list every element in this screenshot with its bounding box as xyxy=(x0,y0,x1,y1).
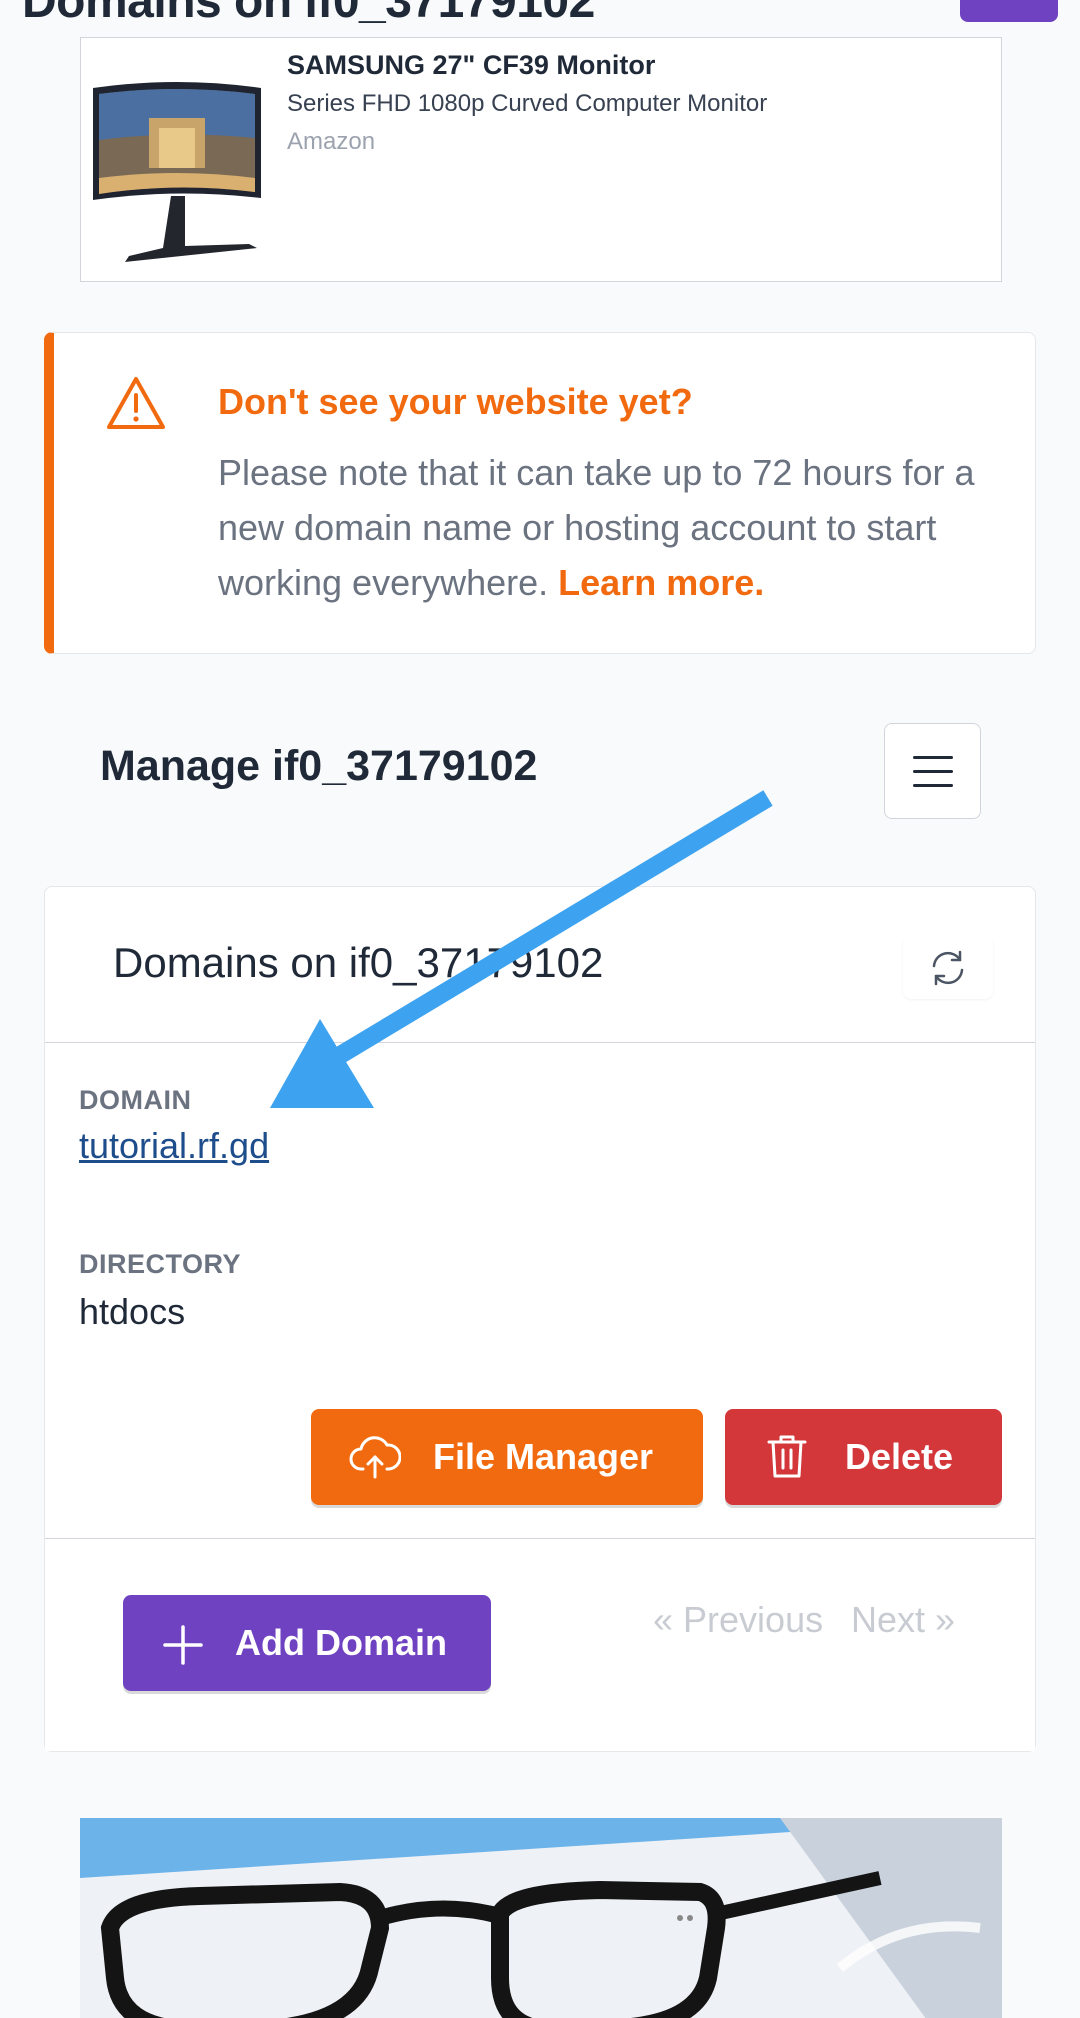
domains-card-title: Domains on if0_37179102 xyxy=(113,939,604,986)
trash-icon xyxy=(767,1435,807,1478)
hamburger-menu-icon xyxy=(912,755,953,759)
file-manager-label: File Manager xyxy=(433,1436,654,1477)
header-action-button[interactable] xyxy=(960,0,1058,22)
notice-body: Please note that it can take up to 72 ho… xyxy=(218,445,1018,610)
manage-title: Manage if0_37179102 xyxy=(100,742,538,790)
directory-value: htdocs xyxy=(79,1291,186,1332)
ad-title: SAMSUNG 27" CF39 Monitor xyxy=(287,50,656,80)
page-heading: Domains on if0_37179102 xyxy=(22,0,595,28)
warning-triangle-icon xyxy=(107,377,165,429)
domain-link[interactable]: tutorial.rf.gd xyxy=(79,1125,269,1167)
card-footer: Add Domain « Previous Next » xyxy=(45,1538,1035,1751)
directory-label: DIRECTORY xyxy=(79,1249,242,1279)
ad-subtitle: Series FHD 1080p Curved Computer Monitor xyxy=(287,90,768,117)
refresh-button[interactable] xyxy=(903,937,993,999)
refresh-icon xyxy=(932,950,964,986)
plus-icon xyxy=(163,1625,203,1665)
glasses-product-image xyxy=(80,1818,1002,2018)
add-domain-button[interactable]: Add Domain xyxy=(123,1595,491,1691)
domain-label: DOMAIN xyxy=(79,1085,192,1115)
file-manager-button[interactable]: File Manager xyxy=(311,1409,703,1505)
cloud-upload-icon xyxy=(349,1436,401,1479)
card-header: Domains on if0_37179102 xyxy=(45,887,1035,1043)
ad-banner-image[interactable] xyxy=(80,1818,1002,2018)
hamburger-menu-button[interactable] xyxy=(884,723,981,819)
delete-label: Delete xyxy=(845,1436,954,1477)
learn-more-link[interactable]: Learn more. xyxy=(558,562,764,603)
delete-button[interactable]: Delete xyxy=(725,1409,1002,1505)
ad-card[interactable]: SAMSUNG 27" CF39 Monitor Series FHD 1080… xyxy=(80,37,1002,282)
next-page-link[interactable]: Next » xyxy=(851,1599,955,1641)
notice-title: Don't see your website yet? xyxy=(218,381,693,422)
previous-page-link[interactable]: « Previous xyxy=(653,1599,823,1641)
add-domain-label: Add Domain xyxy=(235,1622,447,1663)
ad-source: Amazon xyxy=(287,128,376,155)
monitor-product-image xyxy=(93,82,261,262)
domains-card: Domains on if0_37179102 DOMAIN tutorial.… xyxy=(44,886,1036,1752)
propagation-notice: Don't see your website yet? Please note … xyxy=(44,332,1036,654)
